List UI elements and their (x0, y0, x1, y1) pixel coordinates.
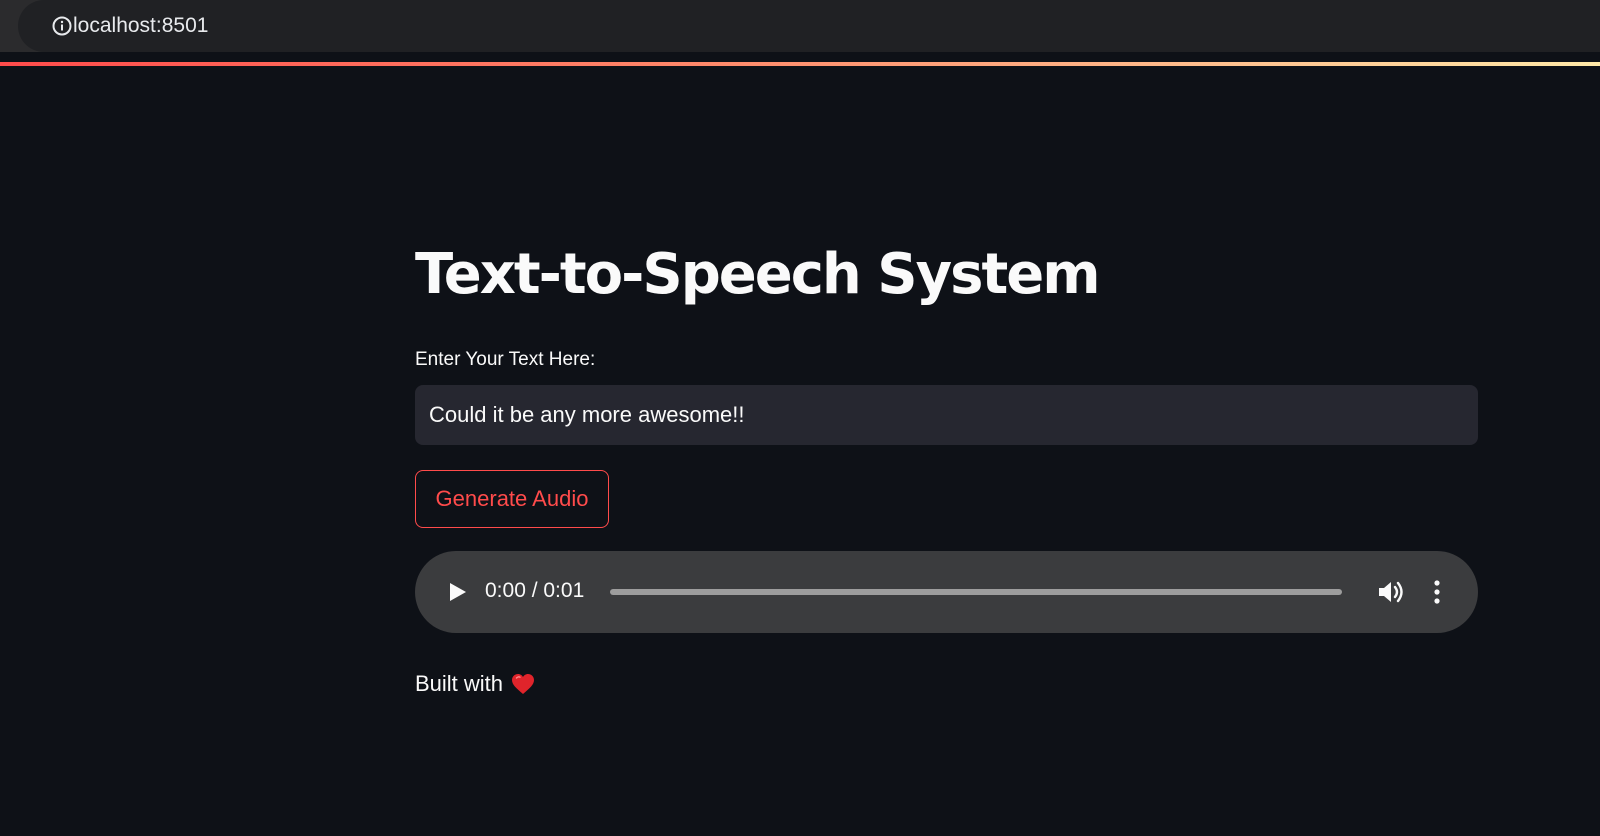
text-input[interactable]: Could it be any more awesome!! (415, 385, 1478, 445)
info-circle-icon[interactable] (52, 16, 72, 36)
more-vertical-icon[interactable] (1433, 579, 1441, 605)
audio-player: 0:00 / 0:01 (415, 551, 1478, 633)
app-container: Text-to-Speech System Enter Your Text He… (0, 66, 1600, 836)
browser-toolbar: localhost:8501 (0, 0, 1600, 52)
play-icon[interactable] (449, 582, 467, 602)
url-text[interactable]: localhost:8501 (73, 14, 208, 38)
text-input-label: Enter Your Text Here: (415, 349, 596, 370)
footer: Built with (415, 671, 535, 697)
footer-text: Built with (415, 671, 504, 696)
address-bar[interactable] (18, 0, 1600, 52)
audio-time-display: 0:00 / 0:01 (485, 579, 585, 602)
generate-audio-button-label: Generate Audio (435, 486, 589, 511)
page-title: Text-to-Speech System (415, 242, 1101, 307)
generate-audio-button[interactable]: Generate Audio (415, 470, 609, 528)
audio-progress-slider[interactable] (610, 589, 1342, 595)
red-heart-icon (512, 674, 535, 694)
volume-icon[interactable] (1377, 579, 1405, 605)
text-input-value[interactable]: Could it be any more awesome!! (429, 402, 745, 428)
